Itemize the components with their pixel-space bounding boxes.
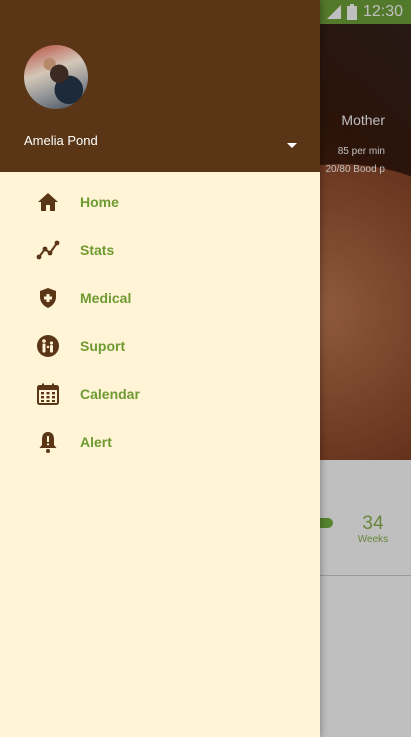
menu-item-label: Medical xyxy=(80,290,132,306)
navigation-drawer: Amelia Pond Home Stats Medical Suport Ca… xyxy=(0,0,320,737)
menu-item-label: Home xyxy=(80,194,119,210)
medical-shield-icon xyxy=(40,288,56,308)
drawer-scrim[interactable] xyxy=(320,0,411,737)
menu-item-calendar[interactable]: Calendar xyxy=(0,370,320,418)
menu-item-label: Stats xyxy=(80,242,115,258)
menu-item-label: Suport xyxy=(80,338,126,354)
support-family-icon xyxy=(37,335,59,357)
menu-item-alert[interactable]: Alert xyxy=(0,418,320,466)
alert-bell-icon xyxy=(39,432,57,453)
drawer-header: Amelia Pond xyxy=(0,0,320,172)
drawer-menu: Home Stats Medical Suport Calendar Alert xyxy=(0,178,320,466)
home-icon xyxy=(38,193,58,211)
account-name: Amelia Pond xyxy=(24,133,98,148)
account-dropdown-icon[interactable] xyxy=(287,143,297,148)
calendar-icon xyxy=(37,383,59,405)
menu-item-label: Calendar xyxy=(80,386,140,402)
menu-item-label: Alert xyxy=(80,434,112,450)
avatar[interactable] xyxy=(24,45,88,109)
menu-item-home[interactable]: Home xyxy=(0,178,320,226)
menu-item-stats[interactable]: Stats xyxy=(0,226,320,274)
stats-icon xyxy=(36,240,60,260)
menu-item-medical[interactable]: Medical xyxy=(0,274,320,322)
menu-item-support[interactable]: Suport xyxy=(0,322,320,370)
